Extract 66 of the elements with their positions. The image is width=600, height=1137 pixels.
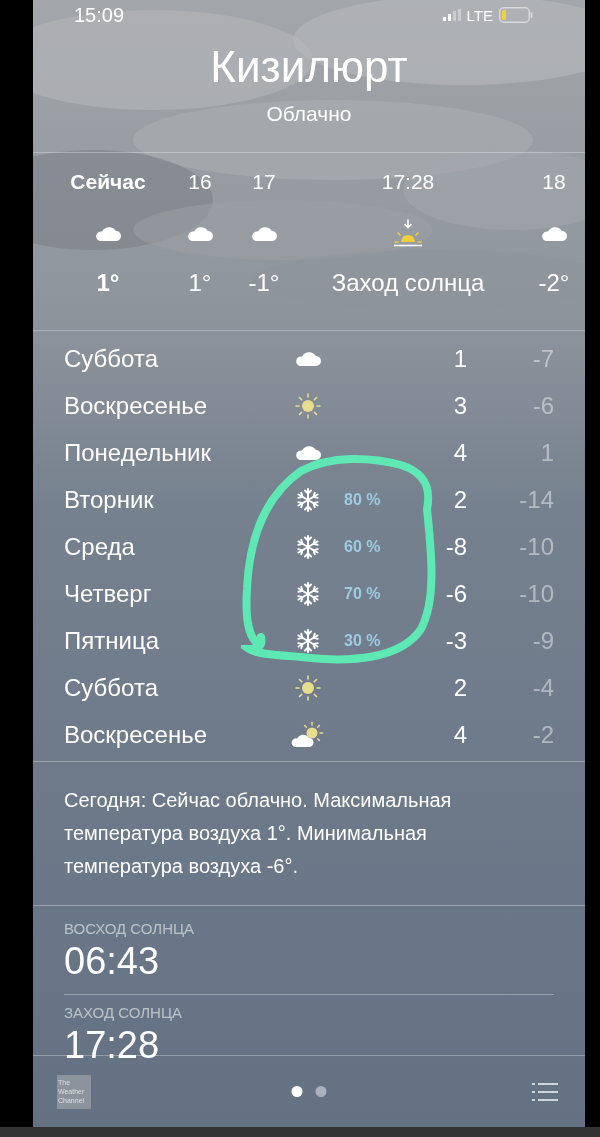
high-temperature: -6 (444, 581, 467, 606)
sun-icon (293, 390, 323, 421)
high-temperature: -3 (444, 628, 467, 653)
detail-value: 06:43 (64, 942, 161, 980)
hour-label: 16 (188, 171, 212, 192)
status-time: 15:09 (74, 5, 125, 25)
day-name: Четверг (64, 581, 153, 606)
hour-temperature: -1° (248, 271, 280, 295)
cloud-icon (251, 224, 277, 242)
cloud-icon (541, 224, 567, 242)
hour-label: 17:28 (381, 171, 435, 192)
high-temperature: 4 (452, 440, 467, 465)
weather-condition: Облачно (266, 103, 352, 124)
hour-temperature: 1° (188, 271, 212, 295)
sun-icon (293, 672, 323, 703)
partly-cloudy-icon (290, 720, 326, 749)
day-name: Суббота (64, 675, 159, 700)
cloud-icon (187, 224, 213, 242)
low-temperature: -10 (518, 581, 554, 606)
signal-icon (442, 9, 461, 21)
low-temperature: -6 (531, 393, 554, 418)
day-name: Пятница (64, 628, 160, 653)
precipitation-chance: 80 % (344, 490, 381, 508)
low-temperature: -4 (531, 675, 554, 700)
high-temperature: 2 (452, 487, 467, 512)
cloud-icon (295, 350, 321, 367)
high-temperature: 4 (452, 722, 467, 747)
cloud-icon (295, 444, 321, 461)
day-name: Воскресенье (64, 722, 208, 747)
hour-temperature: Заход солнца (331, 271, 485, 295)
low-temperature: -14 (518, 487, 554, 512)
day-name: Среда (64, 534, 136, 559)
snowflake-icon (296, 486, 320, 513)
day-name: Суббота (64, 346, 159, 371)
cloud-icon (95, 224, 121, 242)
high-temperature: 3 (452, 393, 467, 418)
high-temperature: 1 (452, 346, 467, 371)
forecast-summary: Сегодня: Сейчас облачно. Максимальная температура воздуха 1°. Минимальная температура воздуха -6°. (64, 788, 453, 879)
high-temperature: 2 (452, 675, 467, 700)
low-temperature: -9 (531, 628, 554, 653)
hour-label: Сейчас (70, 171, 146, 192)
detail-value: 17:28 (64, 1026, 161, 1064)
day-name: Воскресенье (64, 393, 208, 418)
network-label: LTE (466, 7, 493, 23)
snowflake-icon (296, 627, 320, 654)
detail-label: ВОСХОД СОЛНЦА (64, 921, 196, 936)
low-temperature: 1 (539, 440, 554, 465)
snowflake-icon (296, 580, 320, 607)
sunset-icon (391, 219, 425, 247)
hour-temperature: 1° (96, 271, 120, 295)
low-temperature: -10 (518, 534, 554, 559)
battery-icon (499, 7, 533, 23)
precipitation-chance: 30 % (344, 631, 381, 649)
precipitation-chance: 60 % (344, 537, 381, 555)
high-temperature: -8 (444, 534, 467, 559)
snowflake-icon (296, 533, 320, 560)
day-name: Вторник (64, 487, 155, 512)
low-temperature: -2 (531, 722, 554, 747)
city-name: Кизилюрт (210, 45, 408, 89)
hour-label: 18 (542, 171, 566, 192)
list-icon[interactable] (532, 1081, 558, 1102)
hour-label: 17 (252, 171, 276, 192)
detail-label: ЗАХОД СОЛНЦА (64, 1005, 183, 1020)
day-name: Понедельник (64, 440, 212, 465)
hour-temperature: -2° (538, 271, 570, 295)
precipitation-chance: 70 % (344, 584, 381, 602)
